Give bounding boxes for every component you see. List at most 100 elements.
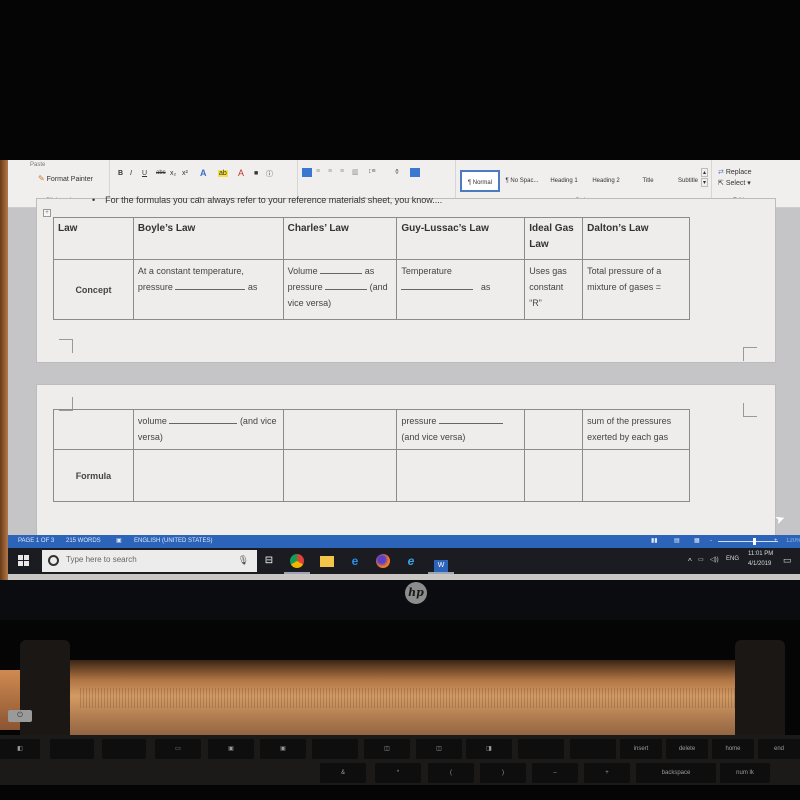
italic-button[interactable]: I <box>130 170 132 177</box>
key-8[interactable]: * <box>375 763 421 783</box>
shading-bucket-icon[interactable]: ⚱ <box>394 168 400 176</box>
key-minus[interactable]: – <box>532 763 578 783</box>
text-effects-button[interactable]: A <box>200 168 207 178</box>
key-f7[interactable] <box>312 739 358 759</box>
key-end[interactable]: end <box>758 739 800 759</box>
file-explorer-icon[interactable] <box>318 552 336 570</box>
power-button[interactable]: ⏻ <box>8 710 32 722</box>
fill-in-blank[interactable] <box>401 281 474 290</box>
empty-cell[interactable] <box>524 409 584 450</box>
boyles-continued-cell[interactable]: volume (and vice versa) <box>132 409 284 450</box>
firefox-icon[interactable] <box>374 552 392 570</box>
document-canvas[interactable]: • For the formulas you can always refer t… <box>8 195 800 544</box>
key-plus[interactable]: + <box>584 763 630 783</box>
guy-lussac-concept-cell[interactable]: Temperature as <box>396 259 526 320</box>
ideal-gas-formula-cell[interactable] <box>524 449 584 502</box>
font-color-button[interactable]: A <box>238 168 244 178</box>
zoom-out-button[interactable]: - <box>710 535 712 548</box>
zoom-in-button[interactable]: + <box>774 535 778 548</box>
guy-lussac-continued-cell[interactable]: pressure (and vice versa) <box>396 409 526 450</box>
key-0[interactable]: ) <box>480 763 526 783</box>
header-charles-law[interactable]: Charles’ Law <box>282 217 398 260</box>
word-count[interactable]: 215 WORDS <box>66 535 101 548</box>
boyles-concept-cell[interactable]: At a constant temperature, pressure as <box>132 259 284 320</box>
language[interactable]: ENGLISH (UNITED STATES) <box>134 535 212 548</box>
key-f5[interactable]: ▣ <box>208 739 254 759</box>
key-f4[interactable]: ▭ <box>155 739 201 759</box>
boyles-formula-cell[interactable] <box>132 449 284 502</box>
web-layout-icon[interactable]: ▦ <box>694 535 700 548</box>
ideal-gas-concept-cell[interactable]: Uses gas constant “R” <box>524 259 584 320</box>
header-ideal-gas-law[interactable]: Ideal Gas Law <box>524 217 584 260</box>
bold-button[interactable]: B <box>118 170 123 177</box>
fill-in-blank[interactable] <box>175 281 246 290</box>
taskbar-search-input[interactable]: Type here to search 🎙 <box>42 550 257 572</box>
key-f12[interactable] <box>570 739 616 759</box>
style-heading-1[interactable]: Heading 1 <box>544 170 584 192</box>
key-f6[interactable]: ▣ <box>260 739 306 759</box>
internet-explorer-icon[interactable]: e <box>402 552 420 570</box>
input-language[interactable]: ENG <box>726 556 739 562</box>
style-normal[interactable]: ¶ Normal <box>460 170 500 192</box>
daltons-concept-cell[interactable]: Total pressure of a mixture of gases = <box>582 259 690 320</box>
key-f1[interactable]: ◧ <box>0 739 40 759</box>
zoom-slider[interactable] <box>718 541 778 542</box>
key-f8[interactable]: ◫ <box>364 739 410 759</box>
formula-label[interactable]: Formula <box>53 449 134 502</box>
page-1[interactable]: • For the formulas you can always refer t… <box>36 195 776 363</box>
chrome-icon[interactable] <box>284 552 310 574</box>
strikethrough-button[interactable]: abc <box>156 170 166 176</box>
key-insert[interactable]: insert <box>620 739 662 759</box>
proofing-icon[interactable]: ▣ <box>116 535 122 548</box>
page-2[interactable]: volume (and vice versa) pressure (and vi… <box>36 384 776 544</box>
volume-icon[interactable]: ◁)) <box>710 556 719 563</box>
key-f10[interactable]: ◨ <box>466 739 512 759</box>
word-icon[interactable]: W <box>428 552 454 574</box>
justify-button[interactable]: ≡ <box>340 168 344 175</box>
read-mode-icon[interactable]: ▮▮ <box>651 535 658 548</box>
key-home[interactable]: home <box>712 739 754 759</box>
columns-icon[interactable]: ▥ <box>352 168 359 176</box>
key-num-lock[interactable]: num lk <box>720 763 770 783</box>
daltons-formula-cell[interactable] <box>582 449 690 502</box>
styles-scroll-up[interactable]: ▴ <box>701 168 709 177</box>
daltons-continued-cell[interactable]: sum of the pressures exerted by each gas <box>582 409 690 450</box>
fill-in-blank[interactable] <box>320 265 363 274</box>
key-9[interactable]: ( <box>428 763 474 783</box>
guy-lussac-formula-cell[interactable] <box>396 449 526 502</box>
key-delete[interactable]: delete <box>666 739 708 759</box>
fill-in-blank[interactable] <box>169 415 238 424</box>
key-backspace[interactable]: backspace <box>636 763 716 783</box>
empty-cell[interactable] <box>282 409 398 450</box>
clock-date[interactable]: 4/1/2019 <box>748 561 771 567</box>
fill-in-blank[interactable] <box>438 415 503 424</box>
charles-formula-cell[interactable] <box>282 449 398 502</box>
style-title[interactable]: Title <box>628 170 668 192</box>
line-spacing-icon[interactable]: ↕≡ <box>368 168 376 175</box>
header-boyles-law[interactable]: Boyle’s Law <box>132 217 284 260</box>
header-law[interactable]: Law <box>53 217 134 260</box>
edge-icon[interactable]: e <box>346 552 364 570</box>
align-left-button[interactable] <box>302 168 312 177</box>
key-f3[interactable] <box>102 739 146 759</box>
style-no-spacing[interactable]: ¶ No Spac... <box>502 170 542 192</box>
subscript-button[interactable]: x₂ <box>170 170 176 177</box>
zoom-level[interactable]: 120% <box>786 535 800 548</box>
styles-scroll-down[interactable]: ▾ <box>701 178 709 187</box>
align-center-button[interactable]: ≡ <box>316 168 320 175</box>
superscript-button[interactable]: x² <box>182 170 188 177</box>
show-hidden-icons[interactable]: ^ <box>688 557 692 566</box>
zoom-slider-thumb[interactable] <box>753 538 756 545</box>
paste-button[interactable]: Paste <box>30 162 45 168</box>
header-daltons-law[interactable]: Dalton’s Law <box>582 217 690 260</box>
key-f11[interactable] <box>518 739 564 759</box>
enclose-char-icon[interactable]: ⓘ <box>266 169 273 179</box>
key-f2[interactable] <box>50 739 94 759</box>
table-move-handle-icon[interactable]: + <box>43 209 51 217</box>
align-right-button[interactable]: ≡ <box>328 168 332 175</box>
microphone-icon[interactable]: 🎙 <box>238 555 249 566</box>
empty-cell[interactable] <box>53 409 134 450</box>
shading-icon[interactable]: ■ <box>254 170 258 177</box>
network-icon[interactable]: ▭ <box>698 556 704 563</box>
page-count[interactable]: PAGE 1 OF 3 <box>18 535 54 548</box>
